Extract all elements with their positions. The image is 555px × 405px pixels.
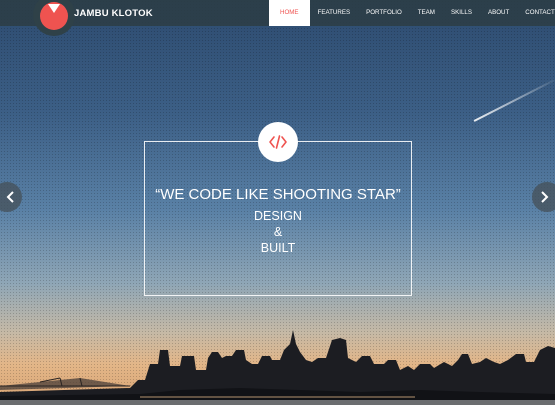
- header-bar: JAMBU KLOTOK HOME FEATURES PORTFOLIO TEA…: [0, 0, 555, 36]
- city-skyline: [0, 330, 555, 405]
- hero-headline: “WE CODE LIKE SHOOTING STAR”: [155, 186, 401, 203]
- code-badge: [258, 122, 298, 162]
- nav-item-about[interactable]: ABOUT: [480, 0, 517, 26]
- shooting-star: [473, 79, 555, 122]
- main-nav: HOME FEATURES PORTFOLIO TEAM SKILLS ABOU…: [269, 0, 555, 26]
- nav-item-skills[interactable]: SKILLS: [443, 0, 480, 26]
- brand-name[interactable]: JAMBU KLOTOK: [74, 8, 153, 19]
- hero-line-design: DESIGN: [254, 209, 302, 223]
- nav-item-home[interactable]: HOME: [269, 0, 310, 26]
- slider-next-button[interactable]: [532, 182, 555, 212]
- code-icon: [269, 135, 287, 149]
- hero-line-ampersand: &: [273, 225, 283, 239]
- nav-item-portfolio[interactable]: PORTFOLIO: [358, 0, 410, 26]
- nav-item-contact[interactable]: CONTACT: [517, 0, 555, 26]
- nav-item-team[interactable]: TEAM: [410, 0, 443, 26]
- logo-triangle-icon: [48, 4, 60, 13]
- hero-line-built: BUILT: [260, 241, 296, 255]
- chevron-left-icon: [6, 191, 14, 203]
- chevron-right-icon: [541, 191, 549, 203]
- nav-item-features[interactable]: FEATURES: [310, 0, 359, 26]
